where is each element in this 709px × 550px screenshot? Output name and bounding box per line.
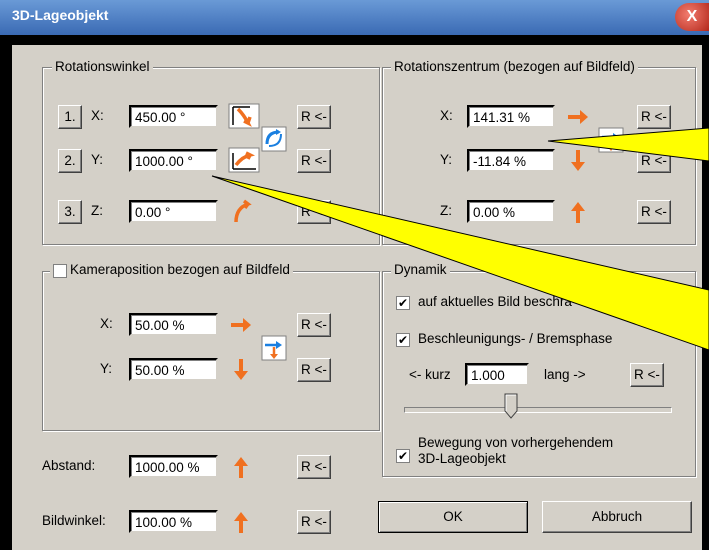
callout-pointer-rotation	[211, 175, 709, 351]
dialog-window: 3D-Lageobjekt X Rotationswinkel 1. X: 45…	[0, 0, 709, 550]
callout-pointer-center	[547, 127, 709, 162]
callout-pointers	[211, 127, 709, 351]
